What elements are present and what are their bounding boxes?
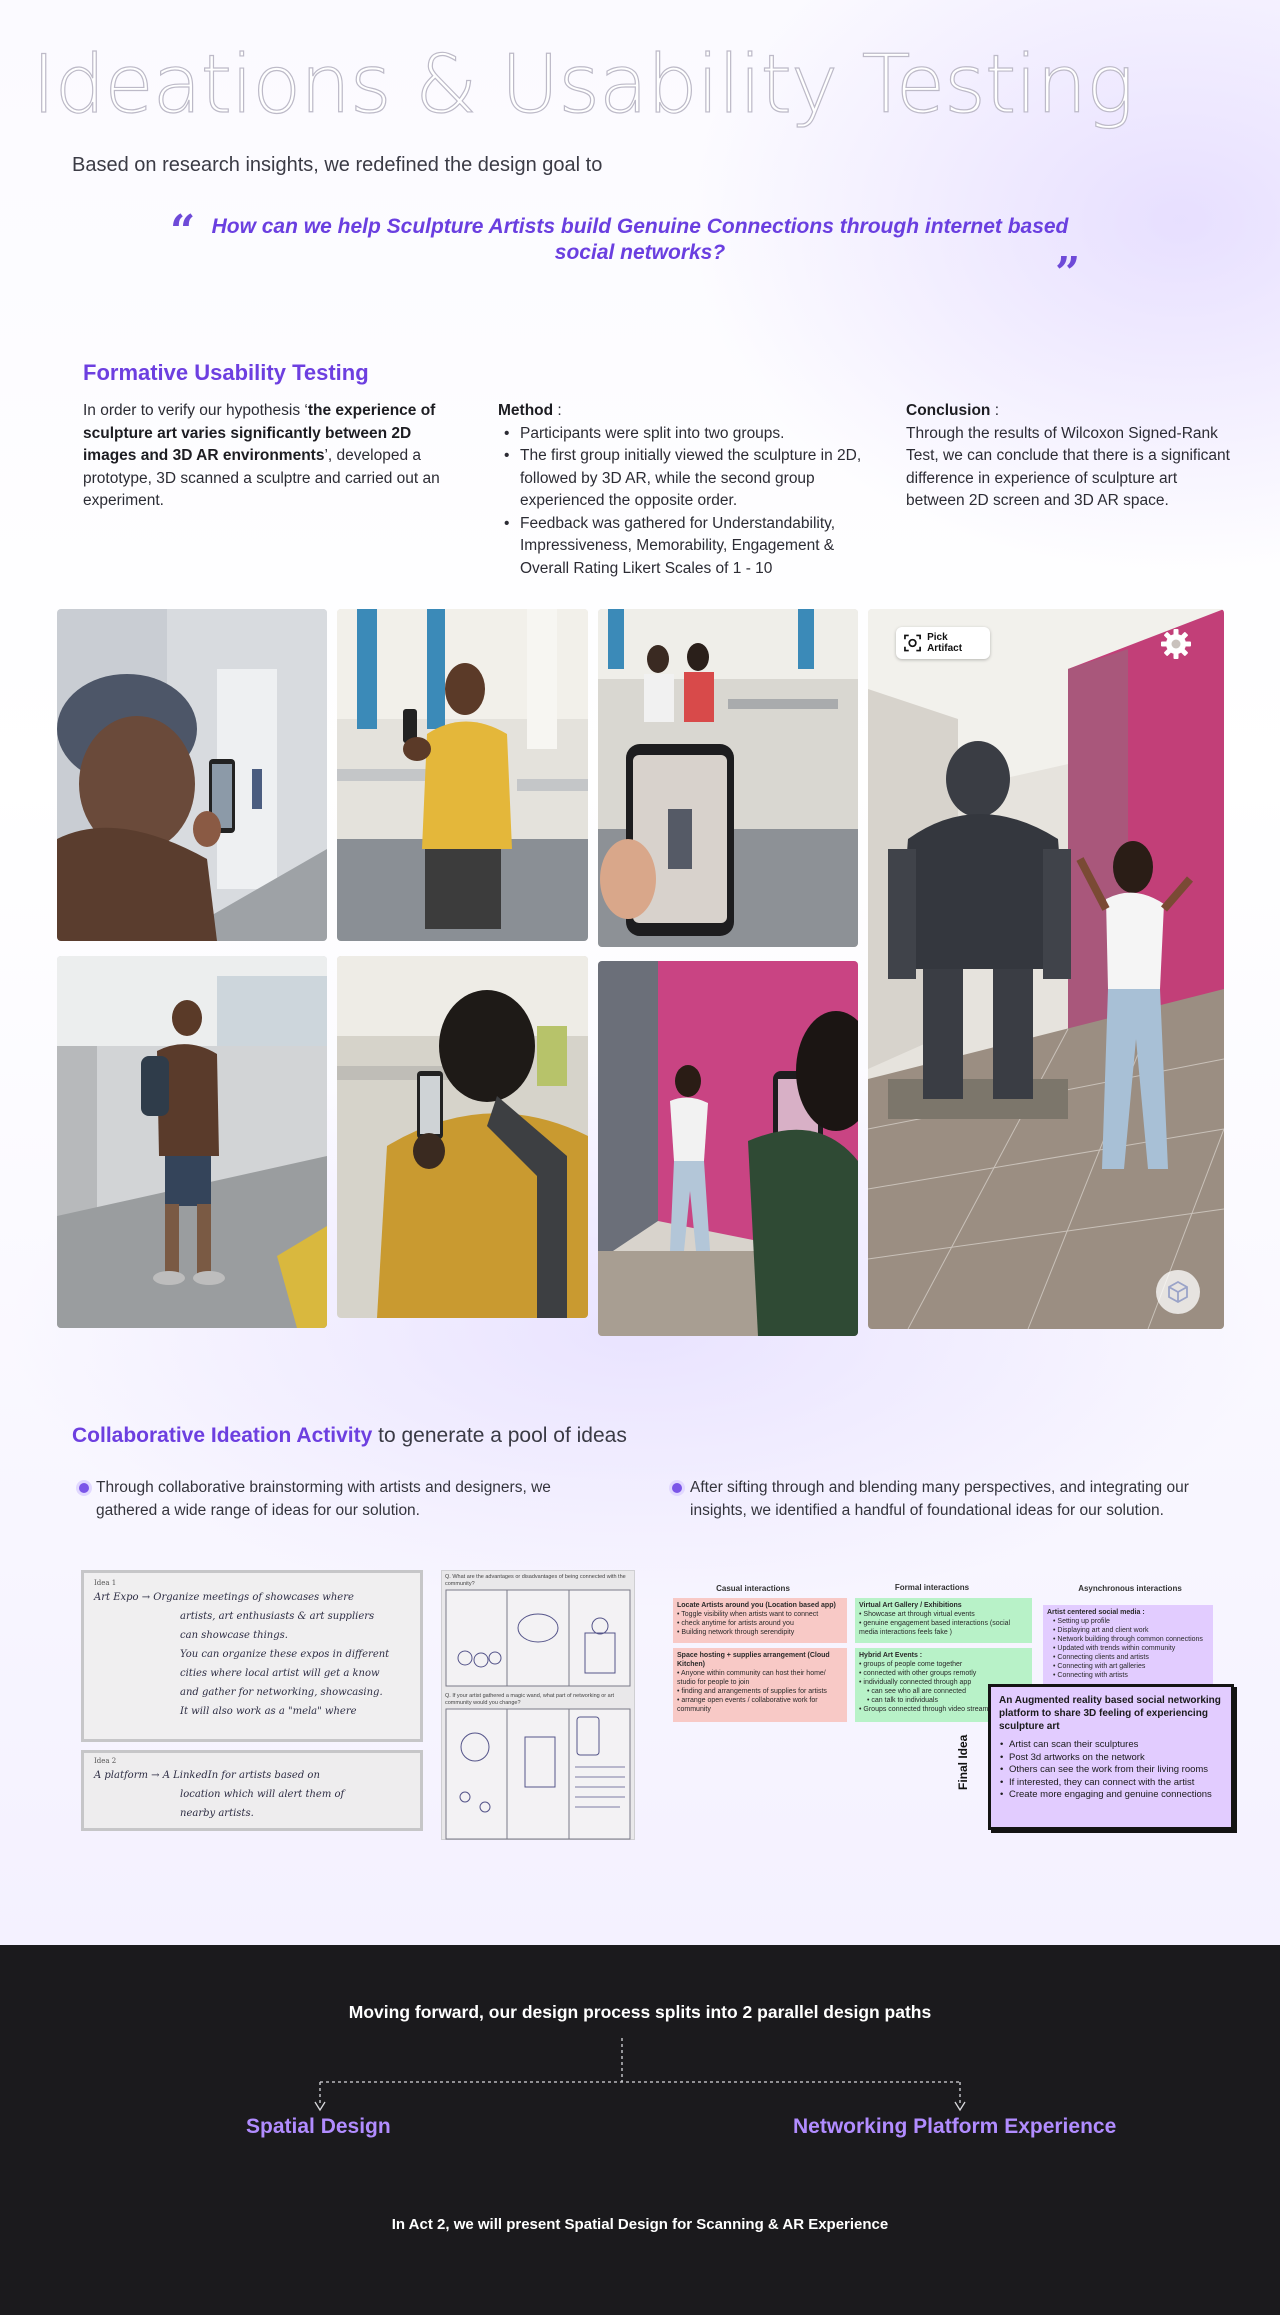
card-item: Anyone within community can host their h… [677, 1669, 843, 1687]
sketch-line: and gather for networking, showcasing. [180, 1687, 383, 1698]
sketch-idea-1-tag: Idea 1 [94, 1579, 117, 1587]
scan-artifact-icon [904, 634, 921, 652]
card-item: Connecting with artists [1053, 1671, 1209, 1680]
card-item: Toggle visibility when artists want to c… [677, 1610, 843, 1619]
storyboard-panels-top [445, 1589, 631, 1687]
card-item: arrange open events / collaborative work… [677, 1696, 843, 1714]
pick-artifact-label: Pick Artifact [927, 632, 963, 654]
card-heading: Virtual Art Gallery / Exhibitions [859, 1602, 962, 1609]
card-item: Updated with trends within community [1053, 1644, 1209, 1653]
ideation-title-highlight: Collaborative Ideation Activity [72, 1424, 373, 1447]
card-heading: Locate Artists around you (Location base… [677, 1602, 836, 1609]
conclusion-colon: : [990, 402, 1000, 419]
page-subtitle: Based on research insights, we redefined… [72, 154, 603, 176]
sketch-idea-2-tag: Idea 2 [94, 1757, 117, 1765]
card-item: Connecting with art galleries [1053, 1662, 1209, 1671]
photo-participant-classroom [337, 609, 588, 941]
board-column-casual: Casual interactions [716, 1584, 790, 1593]
sketch-line: It will also work as a "mela" where [180, 1706, 357, 1717]
photo-participant-walking [57, 956, 327, 1328]
final-idea-label: Final Idea [956, 1734, 970, 1790]
sketch-line: location which will alert them of [180, 1789, 345, 1800]
page-title: Ideations & Usability Testing [31, 37, 1134, 131]
storyboard-question-1: Q. What are the advantages or disadvanta… [445, 1574, 626, 1587]
ideation-bullet-left: Through collaborative brainstorming with… [96, 1479, 551, 1519]
sketch-idea-2: Idea 2 A platform → A LinkedIn for artis… [81, 1750, 423, 1831]
card-item: groups of people come together [859, 1660, 1028, 1669]
final-idea-item: If interested, they can connect with the… [999, 1777, 1223, 1790]
casual-card-location: Locate Artists around you (Location base… [673, 1598, 847, 1643]
sketch-line: You can organize these expos in differen… [180, 1649, 390, 1660]
card-item: Connecting clients and artists [1053, 1653, 1209, 1662]
card-item: Network building through common connecti… [1053, 1635, 1209, 1644]
bullet-dot-icon [672, 1483, 682, 1493]
method-label: Method [498, 402, 554, 419]
final-idea-item: Create more engaging and genuine connect… [999, 1789, 1223, 1802]
sketch-line: can showcase things. [180, 1630, 288, 1641]
storyboard-question-2: Q. If your artist gathered a magic wand,… [445, 1693, 615, 1706]
hypothesis-intro: In order to verify our hypothesis ‘ [83, 402, 308, 419]
open-quote-icon: “ [170, 206, 196, 257]
pick-artifact-button[interactable]: Pick Artifact [896, 627, 990, 659]
storyboard-panels-bottom [445, 1708, 631, 1840]
path-networking-platform: Networking Platform Experience [793, 2115, 1117, 2138]
card-item: finding and arrangements of supplies for… [677, 1687, 843, 1696]
card-heading: Hybrid Art Events : [859, 1652, 923, 1659]
sketch-line: A platform → A LinkedIn for artists base… [94, 1770, 320, 1781]
final-idea-item: Others can see the work from their livin… [999, 1764, 1223, 1777]
close-quote-icon: ” [1055, 248, 1081, 299]
card-item: check anytime for artists around you [677, 1619, 843, 1628]
card-heading: Space hosting + supplies arrangement (Cl… [677, 1652, 830, 1668]
formal-card-virtual-gallery: Virtual Art Gallery / Exhibitions Showca… [855, 1598, 1032, 1643]
card-item: Showcase art through virtual events [859, 1610, 1028, 1619]
final-idea-item: Post 3d artworks on the network [999, 1752, 1223, 1765]
footer-lead: Moving forward, our design process split… [348, 2002, 932, 2022]
storyboard-sheet: Q. What are the advantages or disadvanta… [441, 1570, 635, 1840]
hypothesis-paragraph: In order to verify our hypothesis ‘the e… [83, 400, 468, 513]
gear-icon[interactable] [1160, 628, 1192, 660]
sketch-line: Art Expo → Organize meetings of showcase… [94, 1592, 354, 1603]
casual-card-space-hosting: Space hosting + supplies arrangement (Cl… [673, 1648, 847, 1722]
split-arrows-diagram [314, 2038, 966, 2112]
sketch-line: artists, art enthusiasts & art suppliers [180, 1611, 375, 1622]
method-block: Method : Participants were split into tw… [498, 400, 873, 580]
final-idea-heading: An Augmented reality based social networ… [999, 1695, 1221, 1732]
card-item: Setting up profile [1053, 1617, 1209, 1626]
photo-participant-corridor [57, 609, 327, 941]
ideation-title-rest: to generate a pool of ideas [372, 1424, 627, 1447]
method-item: Participants were split into two groups. [498, 423, 873, 446]
footer-note: In Act 2, we will present Spatial Design… [391, 2216, 889, 2233]
board-column-async: Asynchronous interactions [1078, 1584, 1182, 1593]
design-question: How can we help Sculpture Artists build … [211, 215, 1069, 264]
card-item: connected with other groups remotly [859, 1669, 1028, 1678]
board-column-formal: Formal interactions [894, 1583, 970, 1592]
photo-ar-app-screenshot [868, 609, 1224, 1329]
method-item: The first group initially viewed the scu… [498, 445, 873, 513]
conclusion-label: Conclusion [906, 402, 991, 419]
sketch-line: cities where local artist will get a kno… [180, 1668, 380, 1679]
conclusion-text: Through the results of Wilcoxon Signed-R… [906, 424, 1230, 510]
card-item: genuine engagement based interactions (s… [859, 1619, 1028, 1637]
bullet-dot-icon [79, 1483, 89, 1493]
ar-cube-icon[interactable] [1156, 1270, 1200, 1314]
path-spatial-design: Spatial Design [246, 2115, 391, 2138]
ideation-title: Collaborative Ideation Activity to gener… [72, 1424, 627, 1448]
method-item: Feedback was gathered for Understandabil… [498, 513, 873, 581]
photo-ar-preview-classroom [598, 609, 858, 947]
ideation-bullet-right: After sifting through and blending many … [690, 1479, 1189, 1519]
method-list: Participants were split into two groups.… [498, 423, 873, 581]
card-item: Displaying art and client work [1053, 1626, 1209, 1635]
card-item: Building network through serendipity [677, 1628, 843, 1637]
conclusion-block: Conclusion : Through the results of Wilc… [906, 400, 1238, 513]
final-idea-item: Artist can scan their sculptures [999, 1739, 1223, 1752]
sketch-line: nearby artists. [180, 1808, 254, 1819]
method-colon: : [553, 402, 562, 419]
photo-participant-viewing [337, 956, 588, 1318]
async-card-artist-social-media: Artist centered social media : Setting u… [1043, 1605, 1213, 1687]
final-idea-card: An Augmented reality based social networ… [988, 1684, 1234, 1830]
photo-ar-pink-wall [598, 961, 858, 1336]
sketch-idea-1: Idea 1 Art Expo → Organize meetings of s… [81, 1570, 423, 1742]
formative-heading: Formative Usability Testing [83, 360, 369, 385]
card-heading: Artist centered social media : [1047, 1609, 1145, 1616]
